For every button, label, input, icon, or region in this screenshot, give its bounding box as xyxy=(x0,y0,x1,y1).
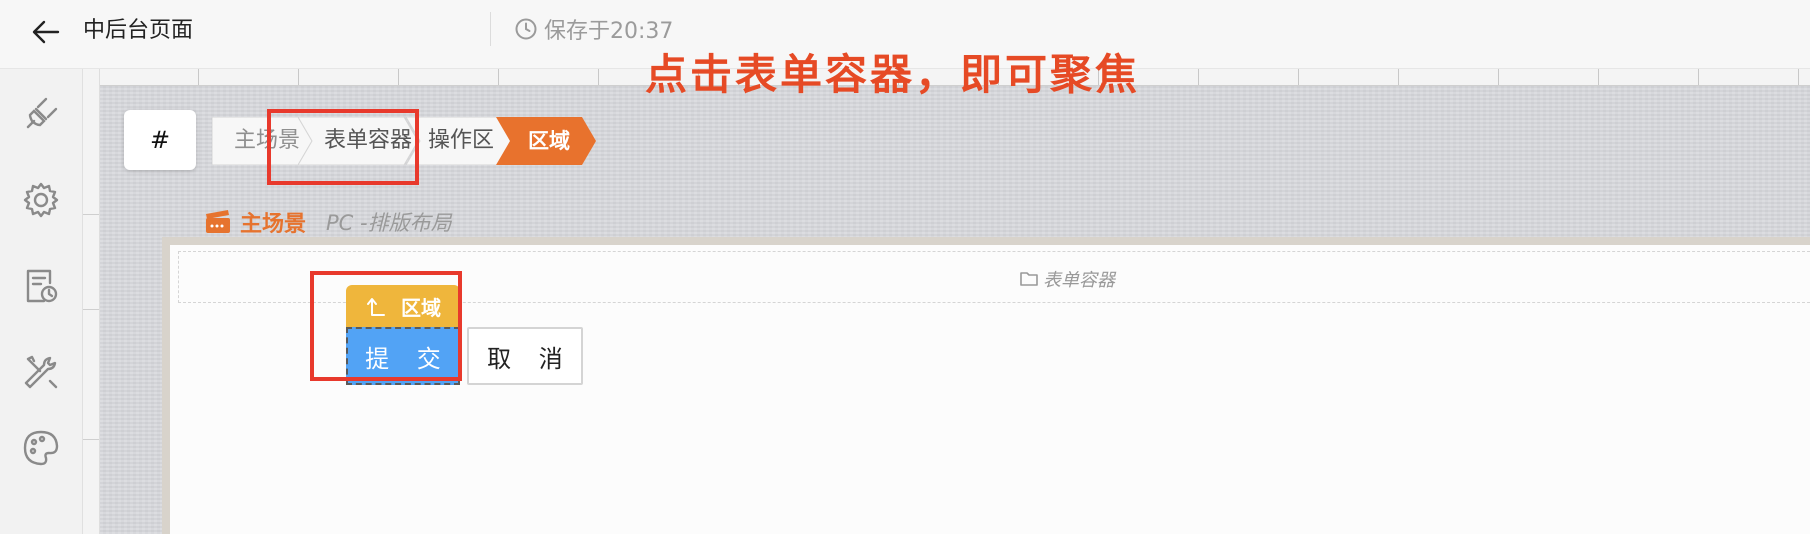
page-title: 中后台页面 xyxy=(83,18,194,43)
left-sidebar xyxy=(0,69,83,534)
ruler-tick xyxy=(1698,69,1699,85)
plugin-icon[interactable] xyxy=(20,93,62,135)
scene-mode: PC -排版布局 xyxy=(326,211,452,235)
ruler-tick xyxy=(198,69,199,85)
ruler-tick xyxy=(1198,69,1199,85)
annotation-text: 点击表单容器，即可聚焦 xyxy=(645,50,1141,99)
gear-icon[interactable] xyxy=(20,179,62,221)
form-container-label: 表单容器 xyxy=(1043,270,1115,291)
clock-icon xyxy=(515,18,537,40)
page-frame[interactable]: 表单容器 区域 提 交 取 消 xyxy=(162,237,1810,534)
clapper-icon xyxy=(206,210,230,233)
back-arrow-icon[interactable] xyxy=(30,16,62,48)
ruler-tick xyxy=(398,69,399,85)
tools-icon[interactable] xyxy=(20,351,62,393)
save-status-group: 保存于20:37 xyxy=(514,14,673,44)
ruler-tick xyxy=(498,69,499,85)
header-divider xyxy=(490,12,491,46)
breadcrumb-item-region[interactable]: 区域 xyxy=(496,117,596,165)
hash-button[interactable]: # xyxy=(124,110,196,170)
scene-header: 主场景 PC -排版布局 xyxy=(204,205,452,239)
folder-icon xyxy=(1020,272,1038,286)
ruler-tick xyxy=(1498,69,1499,85)
ruler-tick xyxy=(298,69,299,85)
annotation-region-box xyxy=(310,271,462,381)
annotation-highlight-box xyxy=(267,109,419,185)
ruler-tick xyxy=(1398,69,1399,85)
scene-name: 主场景 xyxy=(240,212,307,237)
form-container-label-group: 表单容器 xyxy=(1019,266,1115,292)
breadcrumb-label: 操作区 xyxy=(428,128,495,153)
ruler-tick xyxy=(1798,69,1799,85)
cancel-button[interactable]: 取 消 xyxy=(467,327,583,385)
schedule-doc-icon[interactable] xyxy=(20,265,62,307)
ruler-tick xyxy=(1298,69,1299,85)
ruler-tick xyxy=(1598,69,1599,85)
vertical-ruler xyxy=(83,69,100,534)
palette-icon[interactable] xyxy=(20,427,62,469)
design-canvas[interactable]: # 主场景 表单容器 操作区 区域 主场景 PC -排版布局 表单容器 区域 提… xyxy=(100,69,1810,534)
ruler-tick xyxy=(598,69,599,85)
breadcrumb-label: 区域 xyxy=(528,129,570,153)
